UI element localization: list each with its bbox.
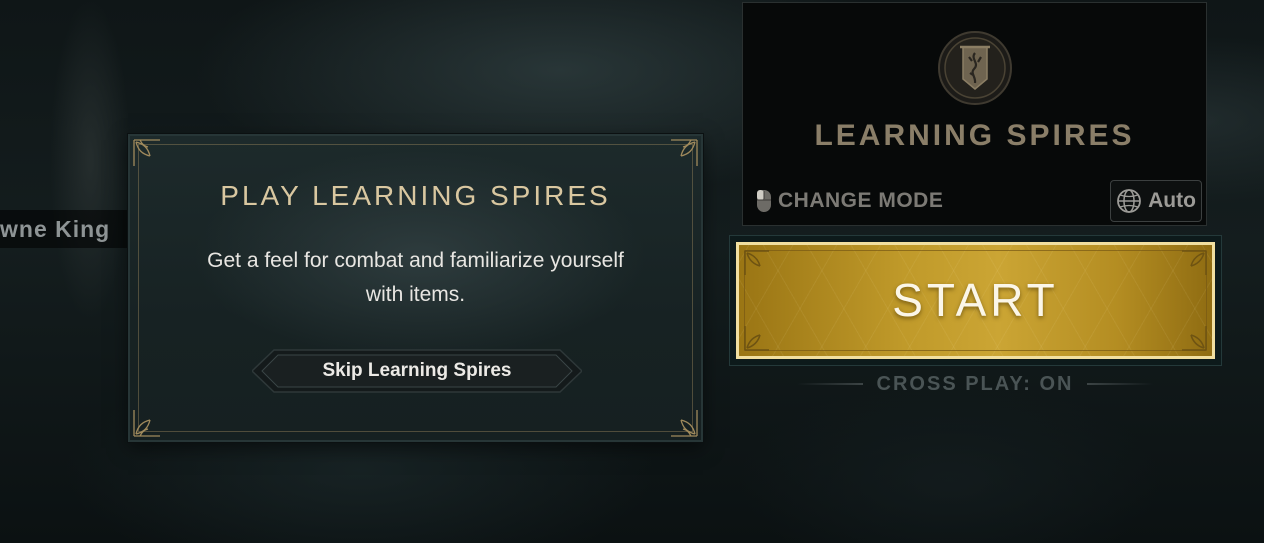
region-auto-button[interactable]: Auto: [1110, 180, 1202, 222]
skip-button-label: Skip Learning Spires: [322, 360, 512, 381]
globe-icon: [1117, 189, 1141, 213]
start-button-label: START: [892, 274, 1059, 326]
change-mode-label: CHANGE MODE: [778, 189, 944, 212]
popup-corner-ornament-icon: [132, 138, 162, 168]
popup-corner-ornament-icon: [669, 138, 699, 168]
mode-title: LEARNING SPIRES: [814, 119, 1135, 152]
region-auto-label: Auto: [1148, 189, 1196, 212]
divider-line: [1087, 383, 1154, 385]
popup-corner-ornament-icon: [669, 408, 699, 438]
popup-corner-ornament-icon: [132, 408, 162, 438]
change-mode-button[interactable]: CHANGE MODE: [756, 187, 943, 215]
learning-spires-popup: PLAY LEARNING SPIRES Get a feel for comb…: [128, 134, 703, 442]
game-mode-card[interactable]: LEARNING SPIRES CHANGE MODE Auto: [742, 2, 1207, 226]
popup-title: PLAY LEARNING SPIRES: [220, 180, 611, 211]
mouse-icon: [757, 190, 771, 212]
cross-play-status: CROSS PLAY: ON: [780, 370, 1170, 398]
start-button-frame: START: [729, 235, 1222, 366]
spires-banner-emblem-icon: [936, 29, 1014, 107]
skip-learning-spires-button[interactable]: Skip Learning Spires: [252, 346, 582, 396]
cross-play-label: CROSS PLAY: ON: [876, 372, 1074, 395]
start-button[interactable]: START: [736, 242, 1215, 359]
divider-line: [796, 383, 863, 385]
player-name-label: wne King: [0, 210, 140, 248]
popup-description: Get a feel for combat and familiarize yo…: [207, 249, 624, 306]
